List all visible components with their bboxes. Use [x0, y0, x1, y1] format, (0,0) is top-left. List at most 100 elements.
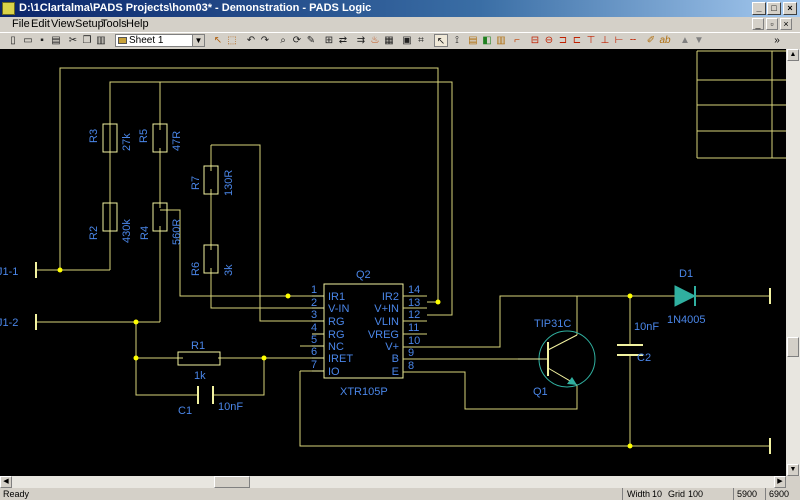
- select-mode-icon[interactable]: ↖: [211, 34, 225, 47]
- connector-j1-2[interactable]: J1-2: [0, 314, 37, 330]
- resistor-r7[interactable]: R7 130R: [190, 165, 235, 196]
- add-text-icon[interactable]: ab: [658, 34, 672, 47]
- add-offpage-icon[interactable]: ⊏: [570, 34, 584, 47]
- pcb-icon[interactable]: ▣: [400, 34, 414, 47]
- horizontal-scrollbar[interactable]: ◀ ▶: [0, 476, 786, 488]
- diode-part: 1N4005: [667, 314, 706, 326]
- ic-pin-name: RG: [328, 329, 345, 341]
- menu-file[interactable]: File: [12, 18, 30, 30]
- save-icon[interactable]: ▪: [35, 34, 49, 47]
- redraw-icon[interactable]: ✎: [304, 34, 318, 47]
- print-icon[interactable]: ▤: [49, 34, 63, 47]
- ic-pin-num: 1: [311, 284, 317, 296]
- menu-tools[interactable]: Tools: [101, 18, 127, 30]
- schematic-toolbar-icon[interactable]: ▤: [466, 34, 480, 47]
- view-icon[interactable]: ⌗: [414, 34, 428, 47]
- ic-pin-num: 10: [408, 335, 420, 347]
- junction-dot: [133, 355, 139, 361]
- resistor-r6[interactable]: R6 3k: [190, 244, 235, 276]
- scroll-right-icon[interactable]: ▶: [774, 476, 786, 488]
- resistor-r7-ref: R7: [190, 176, 202, 190]
- sheets-icon[interactable]: ⇄: [336, 34, 350, 47]
- resistor-r5-ref: R5: [138, 129, 150, 143]
- report-icon[interactable]: ▦: [382, 34, 396, 47]
- chevron-down-icon[interactable]: ▼: [192, 35, 204, 46]
- paste-icon[interactable]: ▥: [94, 34, 108, 47]
- capacitor-c2[interactable]: 10nF C2: [617, 321, 659, 364]
- ic-pin-num: 8: [408, 360, 414, 372]
- junction-dot: [285, 293, 291, 299]
- add-ground-icon[interactable]: ⊥: [598, 34, 612, 47]
- capacitor-c2-ref: C2: [637, 352, 651, 364]
- doc-minimize-button[interactable]: _: [752, 18, 764, 30]
- status-ready: Ready: [3, 489, 30, 499]
- vertical-scroll-thumb[interactable]: [787, 337, 799, 357]
- copy-icon[interactable]: ❐: [80, 34, 94, 47]
- refresh-icon[interactable]: ⟳: [290, 34, 304, 47]
- doc-close-button[interactable]: ×: [780, 18, 792, 30]
- part-icon[interactable]: ◧: [480, 34, 494, 47]
- resistor-r4-ref: R4: [139, 226, 151, 240]
- add-field-icon[interactable]: ⊢: [612, 34, 626, 47]
- select-filter-icon[interactable]: ⬚: [225, 34, 239, 47]
- new-icon[interactable]: ▯: [6, 34, 20, 47]
- capacitor-c2-value: 10nF: [634, 321, 659, 333]
- ic-pin-name: E: [392, 366, 399, 378]
- add-part-icon[interactable]: ⊟: [528, 34, 542, 47]
- status-divider: [765, 488, 766, 500]
- find-icon[interactable]: ⊞: [322, 34, 336, 47]
- arrow-down-icon[interactable]: ▼: [692, 34, 706, 47]
- schematic-canvas[interactable]: R3 27k R5 47R R7 130R R2 430k R4 560R R6…: [0, 49, 786, 476]
- menu-setup[interactable]: Setup: [75, 18, 104, 30]
- resistor-r4[interactable]: R4 560R: [139, 202, 183, 245]
- ic-xtr105p[interactable]: Q2 XTR105P 1 2 3 4 5 6 7 IR1 V-IN RG RG …: [311, 269, 427, 398]
- transistor-q1[interactable]: TIP31C Q1: [518, 318, 596, 398]
- title-block: [696, 50, 786, 159]
- scroll-up-icon[interactable]: ▲: [787, 49, 799, 61]
- status-grid-value: 100: [688, 489, 704, 499]
- status-grid-label: Grid: [668, 489, 686, 499]
- add-2d-line-icon[interactable]: ╌: [626, 34, 640, 47]
- redo-icon[interactable]: ↷: [258, 34, 272, 47]
- menu-edit[interactable]: Edit: [31, 18, 50, 30]
- ic-pin-name: VLIN: [375, 316, 400, 328]
- capacitor-c1[interactable]: C1 10nF: [178, 386, 243, 417]
- zoom-icon[interactable]: ⌕: [276, 34, 290, 47]
- cut-icon[interactable]: ✂: [66, 34, 80, 47]
- flame-icon[interactable]: ♨: [368, 34, 382, 47]
- arrow-up-icon[interactable]: ▲: [678, 34, 692, 47]
- status-divider: [622, 488, 623, 500]
- scroll-left-icon[interactable]: ◀: [0, 476, 12, 488]
- add-connection-icon[interactable]: ⊖: [542, 34, 556, 47]
- close-button[interactable]: ×: [783, 2, 797, 15]
- add-power-icon[interactable]: ⊤: [584, 34, 598, 47]
- resistor-r2-ref: R2: [88, 226, 100, 240]
- doc-restore-button[interactable]: ▫: [766, 18, 778, 30]
- connector-j1-1[interactable]: J1-1: [0, 262, 37, 278]
- schematic-drawing[interactable]: R3 27k R5 47R R7 130R R2 430k R4 560R R6…: [0, 49, 786, 476]
- modify-icon[interactable]: ✐: [644, 34, 658, 47]
- sheet-icon: [118, 37, 127, 44]
- resistor-r1[interactable]: R1 1k: [177, 340, 221, 382]
- diode-d1[interactable]: D1 1N4005: [667, 268, 706, 326]
- ic-pin-num: 7: [311, 359, 317, 371]
- menu-help[interactable]: Help: [126, 18, 149, 30]
- open-icon[interactable]: ▭: [21, 34, 35, 47]
- maximize-button[interactable]: □: [767, 2, 781, 15]
- menu-view[interactable]: View: [51, 18, 75, 30]
- toolbar-overflow-icon[interactable]: »: [770, 34, 784, 47]
- vertical-scrollbar[interactable]: ▲ ▼: [786, 49, 800, 476]
- minimize-button[interactable]: _: [752, 2, 766, 15]
- select-arrow-icon[interactable]: ↖: [434, 34, 448, 47]
- measure-icon[interactable]: ⟟: [450, 34, 464, 47]
- export-icon[interactable]: ⇉: [354, 34, 368, 47]
- wire-icon[interactable]: ⌐: [510, 34, 524, 47]
- undo-icon[interactable]: ↶: [244, 34, 258, 47]
- add-bus-icon[interactable]: ⊐: [556, 34, 570, 47]
- library-icon[interactable]: ▥: [494, 34, 508, 47]
- main-toolbar: ▯ ▭ ▪ ▤ ✂ ❐ ▥ Sheet 1 ▼ ↖ ⬚ ↶ ↷ ⌕ ⟳ ✎ ⊞ …: [0, 32, 800, 50]
- scroll-down-icon[interactable]: ▼: [787, 464, 799, 476]
- sheet-select[interactable]: Sheet 1 ▼: [115, 34, 205, 47]
- ic-ref: Q2: [356, 269, 371, 281]
- horizontal-scroll-thumb[interactable]: [214, 476, 250, 488]
